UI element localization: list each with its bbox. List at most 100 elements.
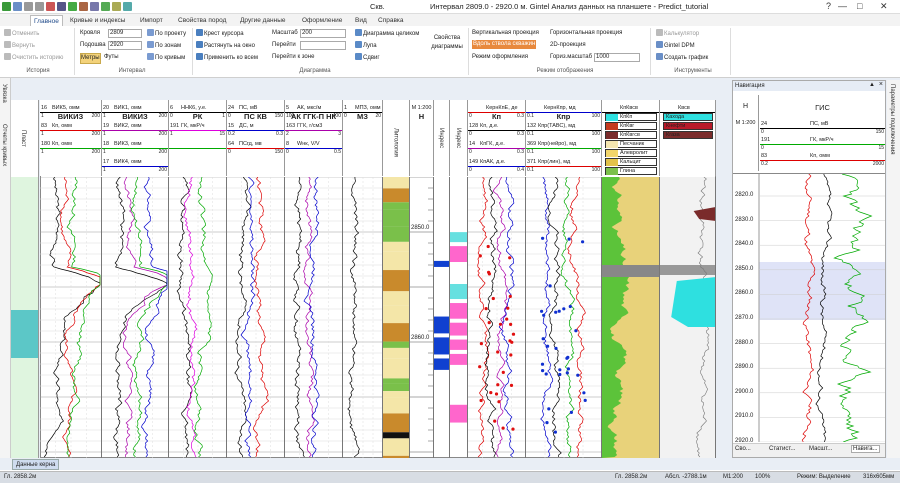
projection-2d-button[interactable]: 2D-проекция (550, 41, 586, 50)
open-icon[interactable] (46, 2, 55, 11)
shift-button[interactable]: Сдвиг (355, 53, 380, 63)
tab-curves-indexes[interactable]: Кривые и индексы (70, 15, 125, 26)
nav-curve-header[interactable]: 83 Кп, омм (760, 153, 885, 161)
track-body[interactable] (434, 177, 450, 458)
goto-zone-button[interactable]: Перейти к зоне (272, 53, 314, 62)
redo-icon[interactable] (35, 2, 44, 11)
tab-view[interactable]: Вид (355, 15, 367, 26)
vertical-projection-button[interactable]: Вертикальная проекция (472, 29, 539, 38)
track-header[interactable]: ПС КВ 24 ПС, мВ 0 150 15 ДС, м 0.2 0.3 64 ПСгд, мв… (227, 100, 285, 176)
chart-icon[interactable] (101, 2, 110, 11)
nav-close-icon[interactable]: × (879, 81, 883, 88)
tab-connection-params[interactable]: Параметры подключения (889, 84, 895, 155)
print-icon[interactable] (57, 2, 66, 11)
maximize-icon[interactable]: □ (857, 1, 862, 11)
curve-header[interactable]: 128 Кп, д.е. (468, 122, 525, 131)
tab-properties[interactable]: Сво... (735, 446, 751, 452)
track-header[interactable]: МОДЕЛЬКпКвсвКпКпКпКвгКпКвгсвПесчаникАлев… (602, 100, 660, 176)
curve-header[interactable]: 371 Кпр(лин), мд (526, 158, 601, 167)
tab-core-data[interactable]: Данные керна (12, 459, 60, 470)
by-project-button[interactable]: По проекту (147, 29, 186, 39)
curve-header[interactable]: 20 ВИК1, омм (102, 104, 168, 113)
track-body[interactable] (285, 177, 343, 458)
curve-header[interactable]: 5 АК, мкс/м (285, 104, 342, 113)
grid-icon[interactable] (123, 2, 132, 11)
curve-header[interactable]: 18 ВИК3, омм (102, 140, 168, 149)
curve-header[interactable]: 8 Wнк, V/V (285, 140, 342, 149)
calculator-button[interactable]: Калькулятор (656, 29, 699, 39)
curve-header[interactable]: 14 КпГК, д.е. (468, 140, 525, 149)
curve-header[interactable]: Квсв (660, 104, 715, 113)
whole-diagram-button[interactable]: Диаграмма целиком (355, 29, 419, 39)
track-body[interactable] (169, 177, 227, 458)
track-body[interactable]: 2850.0 2860.0 (410, 177, 434, 458)
redo-button[interactable]: Вернуть (4, 41, 35, 51)
meters-toggle[interactable]: Метры (80, 53, 101, 64)
track-header[interactable]: НМ 1:200 (410, 100, 434, 176)
track-header[interactable]: РК 6 ННК6, у.е. 0 1 191 ГК, мкР/ч 1 15 (169, 100, 227, 176)
save-icon[interactable] (13, 2, 22, 11)
hor-scale-input[interactable]: 1000 (594, 53, 640, 62)
curve-header[interactable]: 369 Кпр(нейро), мд (526, 140, 601, 149)
goto-input-1[interactable] (300, 41, 346, 50)
track-body[interactable] (526, 177, 602, 458)
horizontal-projection-button[interactable]: Горизонтальная проекция (550, 29, 622, 38)
track-header[interactable]: Литология (383, 100, 410, 176)
tab-navigation[interactable]: Навига... (851, 445, 880, 453)
curve-header[interactable]: КернКпр, мд (526, 104, 601, 113)
by-zones-button[interactable]: По зонам (147, 41, 181, 51)
track-header[interactable]: Индекс (450, 100, 468, 176)
create-chart-button[interactable]: Создать график (656, 53, 708, 63)
crosshair-button[interactable]: Крест курсора (196, 29, 244, 39)
tab-scale[interactable]: Масшт... (809, 446, 832, 452)
curve-header[interactable]: 83 Кп, омм (40, 122, 101, 131)
curve-header[interactable]: 19 ВИК2, омм (102, 122, 168, 131)
diagram-properties-button[interactable]: Свойства диаграммы (430, 34, 464, 52)
curve-header[interactable]: 17 ВИК4, омм (102, 158, 168, 167)
table-icon[interactable] (112, 2, 121, 11)
tab-help[interactable]: Справка (378, 15, 404, 26)
report-icon[interactable] (79, 2, 88, 11)
pin-icon[interactable]: ▲ (869, 82, 875, 88)
curve-header[interactable]: 149 КпАК, д.е. (468, 158, 525, 167)
curve-header[interactable]: КернКпЕ, де (468, 104, 525, 113)
track-body[interactable] (343, 177, 383, 458)
track-body[interactable] (450, 177, 468, 458)
curve-header[interactable]: 132 Кпр(ТАВС), мд (526, 122, 601, 131)
track-body[interactable] (602, 177, 660, 458)
curve-header[interactable]: 163 ГГК, г/см3 (285, 122, 342, 131)
tab-design[interactable]: Оформление (302, 15, 342, 26)
undo-button[interactable]: Отменить (4, 29, 39, 39)
track-header[interactable]: МЗ 1 МПЗ, омм 0 20 (343, 100, 383, 176)
close-icon[interactable]: ✕ (880, 1, 888, 12)
roof-input[interactable]: 2809 (108, 29, 142, 38)
track-body[interactable] (660, 177, 716, 458)
curve-header[interactable]: 180 Кп, омм (40, 140, 101, 149)
curve-header[interactable]: 191 ГК, мкР/ч (169, 122, 226, 131)
by-curves-button[interactable]: По кривым (147, 53, 185, 63)
curve-header[interactable]: 16 ВИК5, омм (40, 104, 101, 113)
minimize-icon[interactable]: — (838, 1, 847, 11)
track-header[interactable]: АК ГГК-П НК 5 АК, мкс/м 100 400 163 ГГК, г/см3… (285, 100, 343, 176)
goto-button-1[interactable]: Перейти (272, 41, 296, 50)
track-header[interactable]: Кп КернКпЕ, де 0 0.3 128 Кп, д.е. 0 0.3 14 КпГК, … (468, 100, 526, 176)
tab-other-data[interactable]: Другие данные (240, 15, 286, 26)
track-header[interactable]: ВИКИЗ 16 ВИК5, омм 1 200 83 Кп, омм 1 200 180 Кп, … (40, 100, 102, 176)
track-body[interactable] (227, 177, 285, 458)
track-body[interactable] (102, 177, 169, 458)
track-header[interactable]: ВИКИЗ 20 ВИК1, омм 1 200 19 ВИК2, омм 1 200 18 ВИК… (102, 100, 169, 176)
settings-icon[interactable] (90, 2, 99, 11)
track-body[interactable] (383, 177, 410, 458)
scale-input[interactable]: 200 (300, 29, 346, 38)
stretch-button[interactable]: Растянуть на окно (196, 41, 255, 51)
apply-all-button[interactable]: Применить ко всем (196, 53, 258, 63)
curve-header[interactable]: 6 ННК6, у.е. (169, 104, 226, 113)
nav-curve-header[interactable]: 191 ГК, мкР/ч (760, 137, 885, 145)
gintel-dpm-button[interactable]: Gintel DPM (656, 41, 695, 51)
tab-curve-reports[interactable]: Отчеты кривых (1, 124, 7, 166)
help-button[interactable]: ? (826, 1, 831, 11)
clear-history-button[interactable]: Очистить историю (4, 53, 63, 63)
undo-icon[interactable] (24, 2, 33, 11)
track-header[interactable]: Индекс (434, 100, 450, 176)
tab-import[interactable]: Импорт (140, 15, 163, 26)
